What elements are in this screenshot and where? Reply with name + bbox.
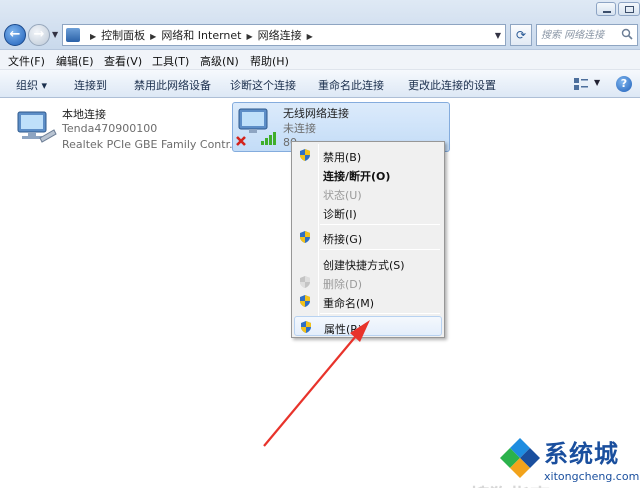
connection-status: 未连接 [283,122,316,135]
menu-edit[interactable]: 编辑(E) [56,53,94,69]
breadcrumb-control-panel[interactable]: 控制面板 [101,29,145,42]
menu-item-label: 创建快捷方式(S) [323,259,405,272]
menu-item-label: 删除(D) [323,278,363,291]
menu-item-label: 禁用(B) [323,151,362,164]
brand-logo: 系统城 xitongcheng.com [496,432,640,488]
control-panel-icon [66,28,80,42]
refresh-button[interactable]: ⟳ [510,24,532,46]
connection-status: Tenda470900100 [62,122,158,135]
breadcrumb-separator-icon[interactable]: ▶ [150,32,156,41]
menu-tools[interactable]: 工具(T) [152,53,189,69]
search-box [536,24,638,46]
minimize-icon [603,11,611,13]
menu-item-rename[interactable]: 重命名(M) [294,291,442,311]
menu-item-status: 状态(U) [294,183,442,203]
minimize-button[interactable] [596,2,616,16]
disable-device-button[interactable]: 禁用此网络设备 [134,77,211,93]
menu-item-delete: 删除(D) [294,272,442,292]
menu-bar: 文件(F) 编辑(E) 查看(V) 工具(T) 高级(N) 帮助(H) [0,50,640,70]
diagnose-button[interactable]: 诊断这个连接 [230,77,296,93]
menu-item-label: 属性(R) [324,323,363,336]
menu-separator [320,224,440,225]
breadcrumb: ▶ 控制面板 ▶ 网络和 Internet ▶ 网络连接 ▶ [85,28,318,44]
forward-arrow-icon: → [33,27,45,42]
menu-item-label: 连接/断开(O) [323,170,391,183]
maximize-button[interactable] [618,2,640,16]
organize-button[interactable]: 组织 ▾ [16,77,47,93]
connection-local-area[interactable]: 本地连接 Tenda470900100 Realtek PCIe GBE Fam… [14,104,240,156]
shield-icon [300,231,310,243]
network-adapter-icon [17,111,57,143]
address-area: ← → ▼ ▶ 控制面板 ▶ 网络和 Internet ▶ 网络连接 ▶ ▼ ⟳ [0,0,640,50]
refresh-icon: ⟳ [515,28,527,42]
breadcrumb-network-connections[interactable]: 网络连接 [258,29,302,42]
menu-help[interactable]: 帮助(H) [250,53,289,69]
connection-name: 无线网络连接 [283,107,349,120]
address-bar[interactable]: ▶ 控制面板 ▶ 网络和 Internet ▶ 网络连接 ▶ ▼ [62,24,506,46]
change-view-icon[interactable] [574,78,588,90]
shield-icon [301,321,311,333]
connection-name: 本地连接 [62,108,106,121]
view-dropdown-icon[interactable]: ▼ [594,78,600,87]
menu-item-label: 状态(U) [323,189,362,202]
help-icon[interactable]: ? [616,76,632,92]
menu-item-label: 诊断(I) [323,208,357,221]
connect-to-button[interactable]: 连接到 [74,77,107,93]
menu-item-disable[interactable]: 禁用(B) [294,145,442,165]
menu-view[interactable]: 查看(V) [104,53,142,69]
breadcrumb-separator-icon[interactable]: ▶ [90,32,96,41]
brand-url: xitongcheng.com [544,470,640,483]
menu-item-bridge[interactable]: 桥接(G) [294,227,442,247]
menu-advanced[interactable]: 高级(N) [200,53,239,69]
breadcrumb-separator-icon[interactable]: ▶ [247,32,253,41]
menu-item-label: 桥接(G) [323,233,363,246]
wireless-adapter-icon [236,108,276,146]
rename-button[interactable]: 重命名此连接 [318,77,384,93]
menu-item-diagnose[interactable]: 诊断(I) [294,202,442,222]
recent-pages-dropdown[interactable]: ▼ [52,30,58,39]
menu-separator [320,313,440,314]
search-icon[interactable] [621,28,633,40]
back-button[interactable]: ← [4,24,26,46]
forward-button[interactable]: → [28,24,50,46]
menu-item-label: 重命名(M) [323,297,375,310]
menu-separator [320,249,440,250]
brand-logo-icon [500,438,540,478]
brand-title: 系统城 [544,440,619,468]
command-bar: 组织 ▾ 连接到 禁用此网络设备 诊断这个连接 重命名此连接 更改此连接的设置 … [0,70,640,98]
connection-adapter: Realtek PCIe GBE Family Contr... [62,138,240,151]
shield-icon [300,149,310,161]
breadcrumb-separator-icon[interactable]: ▶ [307,32,313,41]
change-settings-button[interactable]: 更改此连接的设置 [408,77,496,93]
back-arrow-icon: ← [9,27,21,42]
menu-file[interactable]: 文件(F) [8,53,45,69]
address-dropdown-icon[interactable]: ▼ [495,28,501,44]
search-input[interactable] [541,27,621,43]
shield-icon [300,295,310,307]
menu-item-properties[interactable]: 属性(R) [294,316,442,336]
menu-item-connect-disconnect[interactable]: 连接/断开(O) [294,164,442,184]
breadcrumb-network-internet[interactable]: 网络和 Internet [161,29,241,42]
maximize-icon [625,6,634,13]
menu-item-create-shortcut[interactable]: 创建快捷方式(S) [294,253,442,273]
shield-icon [300,276,310,288]
context-menu: 禁用(B) 连接/断开(O) 状态(U) 诊断(I) 桥接(G) 创建快捷方式(… [291,141,445,338]
